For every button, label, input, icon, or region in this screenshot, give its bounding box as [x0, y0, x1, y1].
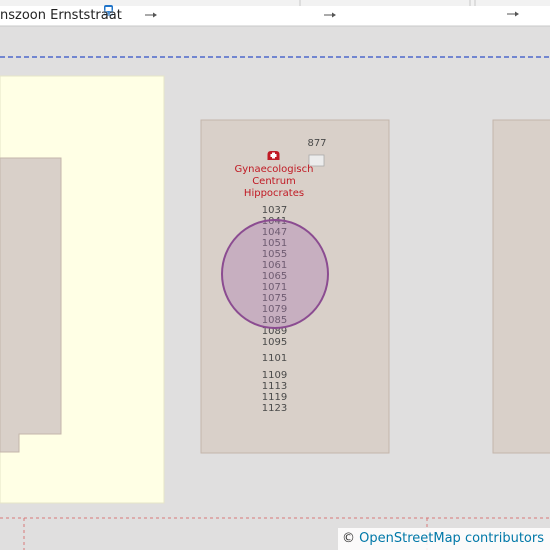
poi-name-line: Centrum: [252, 176, 296, 187]
map-attribution: © OpenStreetMap contributors: [338, 528, 550, 550]
openstreetmap-link[interactable]: OpenStreetMap contributors: [359, 531, 544, 546]
poi-name-label[interactable]: Gynaecologisch Centrum Hippocrates: [219, 164, 329, 200]
house-number: 1119: [261, 392, 288, 403]
house-number: 1101: [261, 353, 288, 364]
poi-name-line: Gynaecologisch: [234, 164, 314, 175]
poi-name-line: Hippocrates: [243, 188, 305, 199]
building-left: [0, 157, 62, 453]
location-marker-circle[interactable]: [221, 219, 329, 329]
street-name-label: nszoon Ernststraat: [0, 8, 122, 23]
hospital-cross-icon[interactable]: [267, 151, 280, 160]
house-number: 1109: [261, 370, 288, 381]
building-right: [492, 119, 550, 454]
house-number: 1113: [261, 381, 288, 392]
house-number: 1123: [261, 403, 288, 414]
house-number: 1095: [261, 337, 288, 348]
house-number: 1037: [261, 205, 288, 216]
copyright-symbol: ©: [342, 531, 356, 546]
house-number: 877: [307, 138, 327, 149]
